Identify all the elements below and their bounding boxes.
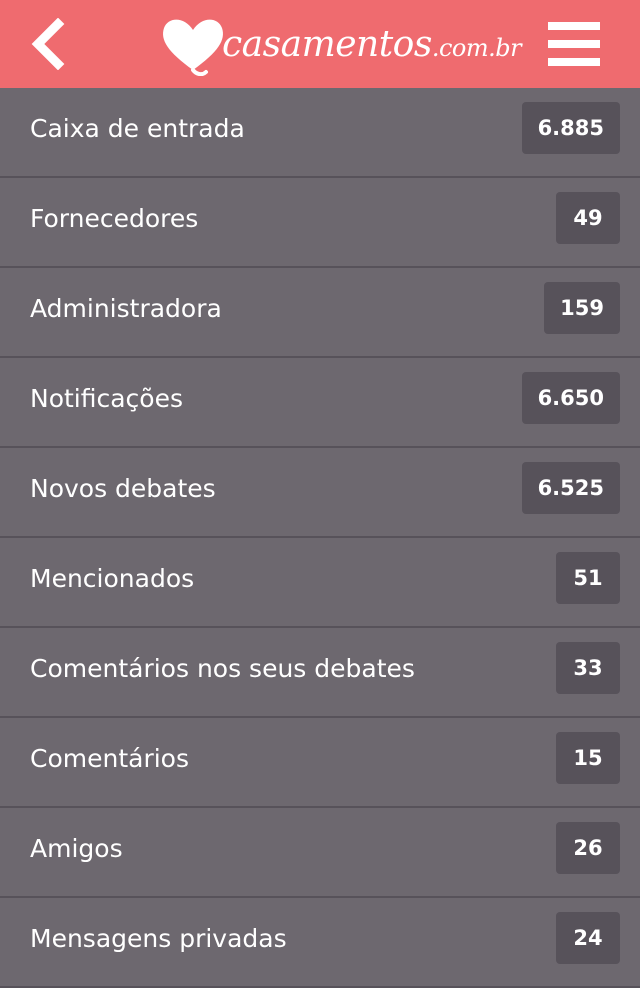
list-item-fornecedores[interactable]: Fornecedores 49 — [0, 178, 640, 268]
list-item-label: Caixa de entrada — [30, 114, 245, 143]
count-badge: 6.885 — [521, 102, 620, 154]
logo-domain: .com.br — [431, 34, 522, 62]
list-item-comentarios-nos-seus-debates[interactable]: Comentários nos seus debates 33 — [0, 628, 640, 718]
chevron-left-icon — [31, 17, 65, 71]
back-button[interactable] — [26, 17, 72, 71]
list-item-label: Amigos — [30, 834, 123, 863]
count-badge: 51 — [556, 552, 620, 604]
logo-wordmark: casamentos.com.br — [222, 24, 522, 65]
count-badge: 49 — [556, 192, 620, 244]
list-item-label: Notificações — [30, 384, 184, 413]
list-item-notificacoes[interactable]: Notificações 6.650 — [0, 358, 640, 448]
list-item-mensagens-privadas[interactable]: Mensagens privadas 24 — [0, 898, 640, 988]
list-item-label: Comentários nos seus debates — [30, 654, 415, 683]
list-item-label: Mencionados — [30, 564, 195, 593]
app-header: casamentos.com.br — [0, 0, 640, 88]
hamburger-menu-icon — [548, 22, 600, 66]
casamentos-logo: casamentos.com.br — [158, 12, 522, 76]
list-item-novos-debates[interactable]: Novos debates 6.525 — [0, 448, 640, 538]
menu-button[interactable] — [546, 22, 602, 66]
count-badge: 24 — [556, 912, 620, 964]
notifications-list: Caixa de entrada 6.885 Fornecedores 49 A… — [0, 88, 640, 988]
list-item-label: Novos debates — [30, 474, 216, 503]
list-item-label: Comentários — [30, 744, 189, 773]
list-item-mencionados[interactable]: Mencionados 51 — [0, 538, 640, 628]
list-item-label: Mensagens privadas — [30, 924, 287, 953]
list-item-amigos[interactable]: Amigos 26 — [0, 808, 640, 898]
count-badge: 15 — [556, 732, 620, 784]
count-badge: 26 — [556, 822, 620, 874]
list-item-label: Administradora — [30, 294, 222, 323]
list-item-comentarios[interactable]: Comentários 15 — [0, 718, 640, 808]
count-badge: 159 — [544, 282, 620, 334]
list-item-label: Fornecedores — [30, 204, 199, 233]
list-item-administradora[interactable]: Administradora 159 — [0, 268, 640, 358]
heart-icon — [163, 19, 223, 76]
count-badge: 6.650 — [521, 372, 620, 424]
count-badge: 6.525 — [521, 462, 620, 514]
list-item-caixa-de-entrada[interactable]: Caixa de entrada 6.885 — [0, 88, 640, 178]
logo-name: casamentos — [222, 24, 432, 65]
count-badge: 33 — [556, 642, 620, 694]
